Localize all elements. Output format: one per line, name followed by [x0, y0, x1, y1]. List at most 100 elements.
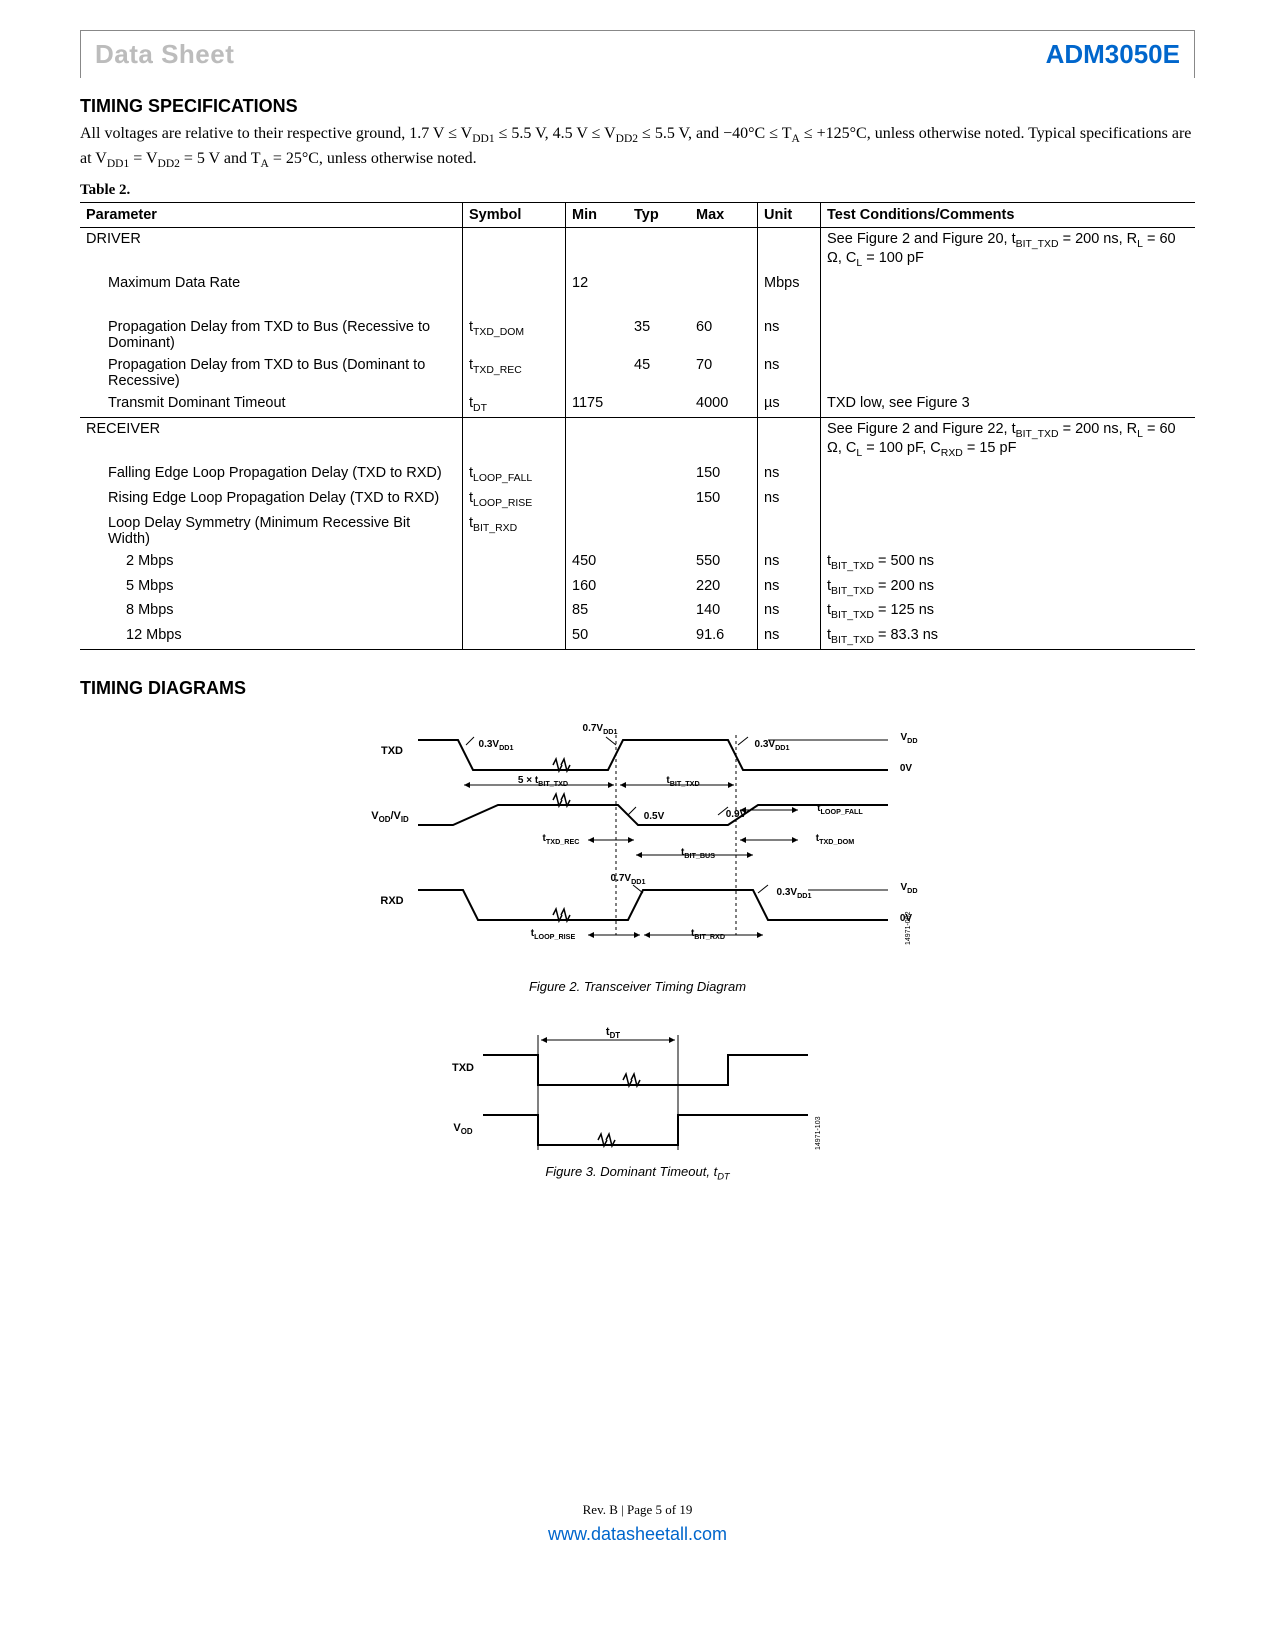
- cell-unit: µs: [758, 392, 821, 417]
- cell-test: See Figure 2 and Figure 22, tBIT_TXD = 2…: [821, 418, 1196, 462]
- cell-symbol: [463, 550, 566, 575]
- cell-unit: ns: [758, 316, 821, 354]
- figure-2-caption: Figure 2. Transceiver Timing Diagram: [80, 979, 1195, 994]
- figure-3: tDT TXD VOD 14971-103 Figure 3. Dominant…: [80, 1010, 1195, 1182]
- cell-min: 450: [566, 550, 629, 575]
- doc-type-label: Data Sheet: [95, 39, 234, 70]
- header-bar: Data Sheet ADM3050E: [80, 30, 1195, 78]
- th-typ: Typ: [628, 203, 690, 228]
- cell-parameter: Propagation Delay from TXD to Bus (Reces…: [80, 316, 463, 354]
- footer-link[interactable]: www.datasheetall.com: [80, 1524, 1195, 1545]
- cell-parameter: DRIVER: [80, 228, 463, 272]
- fig2-tlooprise: tLOOP_RISE: [513, 928, 593, 941]
- cell-max: 150: [690, 487, 758, 512]
- cell-unit: [758, 512, 821, 550]
- cell-max: [690, 272, 758, 294]
- cell-symbol: tLOOP_FALL: [463, 462, 566, 487]
- cell-min: [566, 354, 629, 392]
- cell-unit: ns: [758, 550, 821, 575]
- table-row: 12 Mbps5091.6nstBIT_TXD = 83.3 ns: [80, 624, 1195, 649]
- cell-test: See Figure 2 and Figure 20, tBIT_TXD = 2…: [821, 228, 1196, 272]
- cell-test: TXD low, see Figure 3: [821, 392, 1196, 417]
- th-symbol: Symbol: [463, 203, 566, 228]
- fig2-txd: TXD: [368, 745, 416, 757]
- cell-test: [821, 462, 1196, 487]
- cell-max: [690, 418, 758, 462]
- cell-unit: ns: [758, 599, 821, 624]
- fig2-09v: 0.9V: [716, 809, 756, 820]
- table-row: 8 Mbps85140nstBIT_TXD = 125 ns: [80, 599, 1195, 624]
- cell-parameter: Rising Edge Loop Propagation Delay (TXD …: [80, 487, 463, 512]
- cell-min: 160: [566, 575, 629, 600]
- table-label: Table 2.: [80, 182, 1195, 199]
- figure-2-svg: TXD VOD/VID RXD VDD1 0V VDD1 0V 0.7VDD1 …: [358, 715, 918, 975]
- table-row: Propagation Delay from TXD to Bus (Reces…: [80, 316, 1195, 354]
- cell-unit: [758, 418, 821, 462]
- table-row: Falling Edge Loop Propagation Delay (TXD…: [80, 462, 1195, 487]
- table-row: Maximum Data Rate12Mbps: [80, 272, 1195, 294]
- cell-typ: 45: [628, 354, 690, 392]
- cell-parameter: 12 Mbps: [80, 624, 463, 649]
- cell-max: 220: [690, 575, 758, 600]
- table-row: DRIVER See Figure 2 and Figure 20, tBIT_T…: [80, 228, 1195, 272]
- figure-3-caption: Figure 3. Dominant Timeout, tDT: [80, 1164, 1195, 1182]
- cell-min: [566, 512, 629, 550]
- cell-typ: [628, 392, 690, 417]
- cell-unit: ns: [758, 462, 821, 487]
- cell-symbol: [463, 418, 566, 462]
- fig2-vdd1-a: VDD1: [891, 732, 918, 745]
- cell-test: tBIT_TXD = 83.3 ns: [821, 624, 1196, 649]
- cell-typ: 35: [628, 316, 690, 354]
- cell-parameter: Falling Edge Loop Propagation Delay (TXD…: [80, 462, 463, 487]
- fig2-07vdd1-b: 0.7VDD1: [598, 873, 658, 886]
- fig2-ttxdrec: tTXD_REC: [526, 833, 596, 846]
- fig3-vod: VOD: [443, 1122, 483, 1136]
- cell-test: [821, 512, 1196, 550]
- cell-symbol: [463, 599, 566, 624]
- cell-typ: [628, 550, 690, 575]
- cell-symbol: [463, 228, 566, 272]
- timing-spec-table: Parameter Symbol Min Typ Max Unit Test C…: [80, 202, 1195, 650]
- cell-parameter: Propagation Delay from TXD to Bus (Domin…: [80, 354, 463, 392]
- fig2-tloopfall: tLOOP_FALL: [800, 803, 880, 816]
- cell-min: [566, 316, 629, 354]
- table-row: 5 Mbps160220nstBIT_TXD = 200 ns: [80, 575, 1195, 600]
- cell-min: [566, 418, 629, 462]
- fig2-vdd1-b: VDD1: [891, 882, 918, 895]
- table-header-row: Parameter Symbol Min Typ Max Unit Test C…: [80, 203, 1195, 228]
- fig2-03vdd1-a: 0.3VDD1: [466, 739, 526, 752]
- fig2-07vdd1-a: 0.7VDD1: [570, 723, 630, 736]
- cell-min: 12: [566, 272, 629, 294]
- cell-test: [821, 316, 1196, 354]
- cell-max: 150: [690, 462, 758, 487]
- cell-unit: ns: [758, 624, 821, 649]
- table-row: Transmit Dominant TimeouttDT11754000µsTX…: [80, 392, 1195, 417]
- fig2-tbitrxd: tBIT_RXD: [668, 928, 748, 941]
- cell-test: [821, 272, 1196, 294]
- cell-test: [821, 487, 1196, 512]
- cell-max: [690, 512, 758, 550]
- fig2-tbitbus: tBIT_BUS: [658, 847, 738, 860]
- cell-max: 140: [690, 599, 758, 624]
- cell-symbol: tTXD_DOM: [463, 316, 566, 354]
- cell-symbol: tBIT_RXD: [463, 512, 566, 550]
- table-row: RECEIVERSee Figure 2 and Figure 22, tBIT…: [80, 418, 1195, 462]
- cell-typ: [628, 575, 690, 600]
- cell-max: 4000: [690, 392, 758, 417]
- cell-unit: ns: [758, 354, 821, 392]
- cell-test: [821, 354, 1196, 392]
- fig2-03vdd1-c: 0.3VDD1: [764, 887, 824, 900]
- fig2-05v: 0.5V: [634, 811, 674, 822]
- cell-unit: ns: [758, 575, 821, 600]
- figure-2: TXD VOD/VID RXD VDD1 0V VDD1 0V 0.7VDD1 …: [80, 715, 1195, 994]
- cell-unit: Mbps: [758, 272, 821, 294]
- page-footer: Rev. B | Page 5 of 19 www.datasheetall.c…: [80, 1502, 1195, 1545]
- cell-min: [566, 462, 629, 487]
- cell-min: 50: [566, 624, 629, 649]
- table-row: [80, 294, 1195, 316]
- fig2-vodvid: VOD/VID: [360, 810, 420, 824]
- cell-max: 70: [690, 354, 758, 392]
- cell-max: 60: [690, 316, 758, 354]
- th-parameter: Parameter: [80, 203, 463, 228]
- cell-unit: ns: [758, 487, 821, 512]
